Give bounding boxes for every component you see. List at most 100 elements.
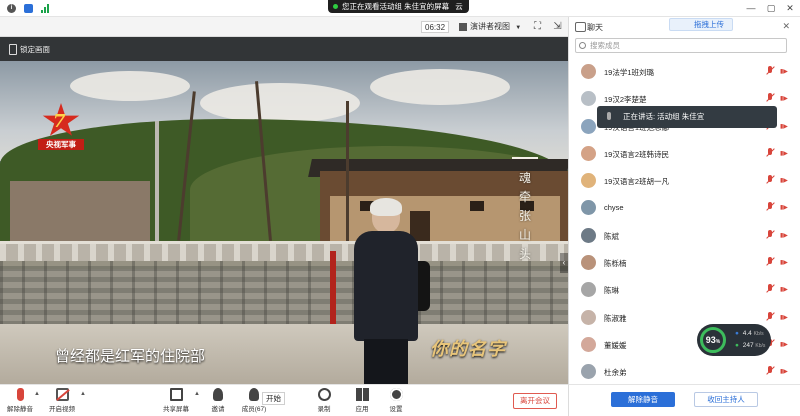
- speaker-view-button[interactable]: 演讲者视图 ▼: [458, 21, 521, 33]
- mic-muted-icon[interactable]: [766, 175, 775, 185]
- network-status-widget[interactable]: 93% 4.4 Kb/s 247 Kb/s: [697, 324, 771, 356]
- record-button[interactable]: 录制: [306, 388, 342, 416]
- mic-muted-icon[interactable]: [766, 202, 775, 212]
- mic-muted-icon[interactable]: [766, 66, 775, 76]
- chevron-up-icon[interactable]: ▲: [34, 391, 40, 397]
- person-legs: [364, 339, 408, 384]
- mic-muted-icon[interactable]: [766, 311, 775, 322]
- apps-icon: [355, 388, 369, 401]
- mic-muted-icon[interactable]: [766, 147, 775, 158]
- vertical-title: 魂 牵 张 山 头: [515, 169, 535, 264]
- avatar: [581, 64, 596, 79]
- list-item[interactable]: 19汉语言2班胡一凡 ▮▶: [569, 167, 800, 194]
- camera-off-icon[interactable]: ▮▶: [780, 204, 788, 211]
- drag-upload-button[interactable]: 拖拽上传: [669, 18, 733, 31]
- camera-off-icon[interactable]: ▮▶: [780, 232, 788, 239]
- info-icon[interactable]: i: [7, 4, 16, 13]
- list-item[interactable]: 19法学1班刘璐 ▮▶: [569, 58, 800, 85]
- network-quality-value: 93: [705, 335, 716, 345]
- settings-button[interactable]: 设置: [378, 388, 414, 416]
- security-shield-icon[interactable]: [24, 4, 33, 13]
- avatar: [581, 336, 596, 352]
- member-name: 19汉语言2班韩诗民: [604, 149, 670, 159]
- signal-strength-icon[interactable]: [41, 4, 50, 13]
- person: [350, 198, 430, 384]
- record-icon: [317, 388, 331, 401]
- start-video-label: 开启视频: [49, 406, 75, 413]
- list-item[interactable]: chyse ▮▶: [569, 194, 800, 221]
- list-item[interactable]: 陈栎楠 ▮▶: [569, 249, 800, 276]
- lock-view-button[interactable]: 锁定画面: [8, 43, 50, 56]
- share-screen-button[interactable]: 共享屏幕: [158, 388, 194, 416]
- apps-label: 应用: [355, 406, 369, 413]
- lock-view-bar: 锁定画面: [0, 37, 568, 61]
- channel-logo-text: 央视军事: [38, 139, 84, 150]
- mic-muted-icon[interactable]: [766, 93, 775, 103]
- avatar: [581, 91, 596, 107]
- minimize-button[interactable]: —: [746, 3, 756, 13]
- camera-off-icon[interactable]: ▮▶: [780, 259, 788, 266]
- screen-share-notice[interactable]: 您正在观看活动组 朱佳宜的屏幕 云: [328, 0, 469, 13]
- list-item[interactable]: 19汉语言2班韩诗民 ▮▶: [569, 140, 800, 167]
- camera-off-icon[interactable]: ▮▶: [780, 177, 788, 184]
- unmute-button[interactable]: 解除静音: [2, 388, 38, 416]
- avatar: [581, 255, 596, 271]
- title-line: [512, 157, 538, 159]
- avatar: [581, 364, 596, 380]
- exit-view-icon[interactable]: ⇲: [552, 21, 563, 32]
- person-body: [354, 231, 418, 341]
- member-search-input[interactable]: 搜索成员: [575, 38, 787, 53]
- fullscreen-icon[interactable]: ⛶: [532, 21, 543, 32]
- tree: [346, 101, 349, 241]
- mic-muted-icon[interactable]: [766, 229, 775, 240]
- tab-chat[interactable]: 聊天: [575, 22, 603, 33]
- chevron-down-icon: ▼: [515, 25, 522, 31]
- list-item[interactable]: 杜余弟 ▮▶: [569, 358, 800, 384]
- camera-off-icon[interactable]: ▮▶: [780, 314, 788, 321]
- camera-off-icon[interactable]: ▮▶: [780, 123, 788, 130]
- active-speaker-tooltip: 正在讲话: 活动组 朱佳宜: [597, 106, 777, 128]
- cloud-label: 云: [455, 2, 463, 11]
- unmute-all-button[interactable]: 解除静音: [611, 392, 675, 407]
- member-name: 19法学1班刘璐: [604, 68, 655, 77]
- close-window-button[interactable]: ✕: [785, 3, 795, 14]
- camera-off-icon[interactable]: ▮▶: [780, 68, 788, 75]
- mic-muted-icon[interactable]: [766, 257, 775, 267]
- member-name: chyse: [604, 203, 624, 213]
- apps-button[interactable]: 应用: [344, 388, 380, 416]
- invite-button[interactable]: 邀请: [200, 388, 236, 416]
- camera-off-icon: [55, 388, 69, 401]
- mic-muted-icon[interactable]: [766, 366, 775, 376]
- vertical-title-char: 张: [518, 209, 531, 223]
- stone-wall-texture: [0, 261, 568, 326]
- invite-label: 邀请: [211, 406, 225, 413]
- list-item[interactable]: 陈琳 ▮▶: [569, 276, 800, 303]
- camera-off-icon[interactable]: ▮▶: [780, 341, 788, 348]
- reclaim-host-button[interactable]: 收回主持人: [694, 392, 758, 407]
- camera-off-icon[interactable]: ▮▶: [780, 286, 788, 293]
- leave-meeting-button[interactable]: 离开会议: [513, 393, 557, 409]
- channel-number: 7: [53, 111, 66, 132]
- mic-muted-icon[interactable]: [766, 284, 775, 294]
- lock-view-label: 锁定画面: [20, 45, 50, 54]
- list-item[interactable]: 陈斌 ▮▶: [569, 222, 800, 249]
- chevron-left-icon[interactable]: ‹: [560, 253, 568, 273]
- search-placeholder: 搜索成员: [590, 41, 620, 50]
- close-icon[interactable]: ✕: [782, 21, 790, 32]
- camera-off-icon[interactable]: ▮▶: [780, 95, 788, 102]
- member-name: 19汉语言2班胡一凡: [604, 177, 670, 187]
- camera-off-icon[interactable]: ▮▶: [780, 150, 788, 157]
- network-quality-unit: %: [715, 339, 721, 345]
- mic-muted-icon: [16, 388, 24, 401]
- meeting-timer: 06:32: [421, 21, 450, 33]
- avatar: [581, 200, 596, 216]
- member-name: 陈淑雅: [604, 313, 627, 323]
- cloud: [370, 69, 510, 105]
- video-frame: 7 央视军事 魂 牵 张 山 头 曾经都是红军的住院部 你的名字 ‹ ☰: [0, 61, 568, 384]
- maximize-button[interactable]: ▢: [766, 3, 776, 14]
- channel-logo: 7 央视军事: [38, 103, 84, 153]
- program-title: 你的名字: [430, 339, 506, 360]
- start-video-button[interactable]: 开启视频: [44, 388, 80, 416]
- camera-off-icon[interactable]: ▮▶: [780, 368, 788, 375]
- chevron-up-icon[interactable]: ▲: [80, 391, 86, 397]
